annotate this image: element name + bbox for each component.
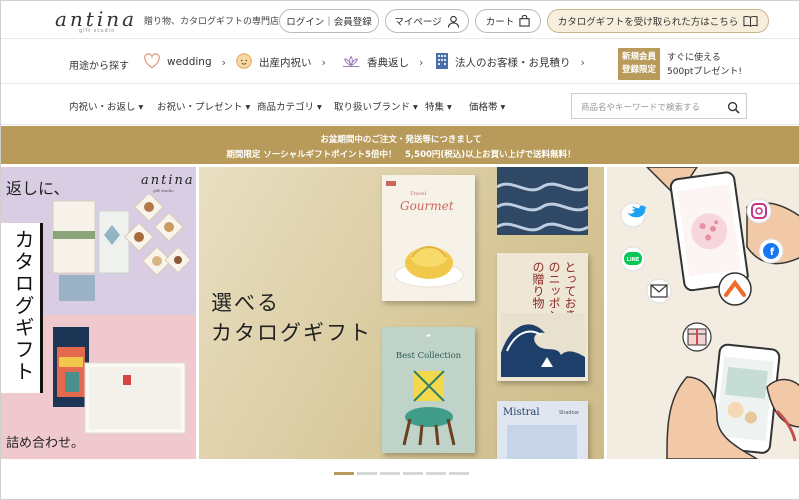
lotus-icon [341,53,361,72]
pastry-image [394,245,464,288]
facebook-icon: f [758,238,784,264]
book-tag [386,181,396,186]
carousel-indicators [334,472,469,475]
catalog-book-gourmet: Travel Gourmet [382,175,475,301]
catalog-book-best-collection: ▬ Best Collection [382,327,475,453]
book-mistral-photo [507,425,577,459]
purpose-item-label: wedding [167,56,212,68]
gift-icon [682,322,712,352]
catalog-book-indigo [497,167,588,235]
new-member-badge-line: 登録限定 [621,65,656,75]
nav-product-categories[interactable]: 商品カテゴリ ▾ [257,99,322,113]
slide-left-brand-sub: gift studio [153,188,174,193]
book-nippon-title: とっておきのニッポンの贈り物 [531,261,577,321]
line-icon: LINE [620,246,646,272]
slide-left-bottom-text: 詰め合わせ。 [6,436,85,451]
book-gourmet-small: Travel [410,191,427,197]
purpose-item-corporate[interactable]: 法人のお客様・お見積り › [435,50,585,74]
towel-gift-illustration [53,327,186,434]
notice-line-2: 期間限定 ソーシャルギフトポイント5倍中！ 5,500円(税込)以上お買い上げで… [226,150,576,160]
slide-left-brand: antina [141,173,195,188]
hero-slide-right[interactable]: LINE f [607,167,799,459]
social-gift-illustration: LINE f [607,167,799,459]
new-member-promo[interactable]: すぐに使える 500ptプレゼント! [667,51,742,79]
carousel-dot[interactable] [380,472,400,475]
mail-icon [646,278,672,304]
chevron-right-icon: › [321,55,326,69]
nav-celebration-presents[interactable]: お祝い・プレゼント ▾ [157,99,250,113]
chevron-right-icon: › [580,55,585,69]
notice-banner[interactable]: お盆期間中のご注文・発送等につきまして 期間限定 ソーシャルギフトポイント5倍中… [1,126,799,164]
hero-carousel[interactable]: 返しに、 antina gift studio カタログギフト 詰め合わせ。 選… [1,167,799,459]
nav-features[interactable]: 特集 ▾ [425,99,452,113]
search-input[interactable]: 商品名やキーワードで検索する [581,101,700,113]
heart-icon [143,52,161,72]
book-best-title: Best Collection [395,351,462,361]
purpose-item-label: 法人のお客様・お見積り [455,56,571,69]
instagram-icon [746,198,772,224]
purpose-item-wedding[interactable]: wedding › [143,50,226,74]
catalog-book-nippon: とっておきのニッポンの贈り物 [497,253,588,381]
cart-label: カート [485,17,515,28]
purpose-item-label: 出産内祝い [259,56,312,69]
new-member-badge[interactable]: 新規会員 登録限定 [618,48,660,80]
slide-center-headline-1: 選べる [211,291,280,315]
hero-slide-left[interactable]: 返しに、 antina gift studio カタログギフト 詰め合わせ。 [1,167,196,459]
nav-brands[interactable]: 取り扱いブランド ▾ [334,99,418,113]
bag-icon [519,15,530,27]
great-wave-image [501,313,585,377]
carousel-dot[interactable] [334,472,354,475]
svg-text:f: f [770,247,775,258]
new-member-promo-line: 500ptプレゼント! [667,67,743,77]
mypage-button[interactable]: マイページ [385,9,469,33]
gift-boxes-illustration [52,195,189,301]
open-book-icon [743,15,758,27]
user-icon [447,15,460,28]
chevron-right-icon: › [419,55,424,69]
carousel-dot[interactable] [357,472,377,475]
slide-center-headline-2: カタログギフト [211,321,372,345]
nav-price-range[interactable]: 価格帯 ▾ [469,99,505,113]
page-frame: antina gift studio 贈り物、カタログギフトの専門店 ログイン｜… [0,0,800,500]
search-icon[interactable] [727,99,740,118]
purpose-item-condolence[interactable]: 香典返し › [341,50,423,74]
new-member-badge-line: 新規会員 [621,52,656,62]
catalog-book-mistral: Mistral Shadow [497,401,588,459]
cart-button[interactable]: カート [475,9,541,33]
slide-left-vertical-title: カタログギフト [11,229,35,383]
purpose-item-birth[interactable]: 出産内祝い › [235,50,326,74]
vertical-title-strip: カタログギフト [1,223,43,393]
carousel-dot[interactable] [426,472,446,475]
search-box[interactable]: 商品名やキーワードで検索する [571,93,747,119]
site-tagline: 贈り物、カタログギフトの専門店 [144,17,280,27]
carousel-dot[interactable] [449,472,469,475]
hero-slide-center[interactable]: 選べる カタログギフト Travel Gourmet ▬ Best Collec… [199,167,604,459]
new-member-promo-line: すぐに使える [667,53,721,63]
top-header: antina gift studio 贈り物、カタログギフトの専門店 ログイン｜… [1,1,799,39]
book-gourmet-title: Gourmet [400,199,454,213]
catalog-receiver-label: カタログギフトを受け取られた方はこちら [557,17,739,28]
book-mistral-title: Mistral [503,407,540,418]
building-icon [435,52,449,73]
notice-line-1[interactable]: お盆期間中のご注文・発送等につきまして [1,133,799,145]
nav-return-gifts[interactable]: 内祝い・お返し ▾ [69,99,143,113]
book-tag-line: ▬ [426,333,431,339]
category-nav: 内祝い・お返し ▾ お祝い・プレゼント ▾ 商品カテゴリ ▾ 取り扱いブランド … [1,85,799,125]
baby-icon [235,52,253,73]
purpose-item-label: 香典返し [367,56,409,69]
login-register-label: ログイン｜会員登録 [286,17,372,28]
indigo-pattern [497,182,588,232]
catalog-receiver-button[interactable]: カタログギフトを受け取られた方はこちら [547,9,769,33]
purpose-lead: 用途から探す [69,61,129,72]
site-logo-sub: gift studio [79,28,116,34]
chair-image [402,370,456,446]
svg-text:LINE: LINE [627,257,640,263]
chevron-right-icon: › [221,55,227,69]
mypage-label: マイページ [394,17,442,28]
login-register-button[interactable]: ログイン｜会員登録 [279,9,379,33]
carousel-dot[interactable] [403,472,423,475]
book-mistral-sub: Shadow [559,410,579,416]
